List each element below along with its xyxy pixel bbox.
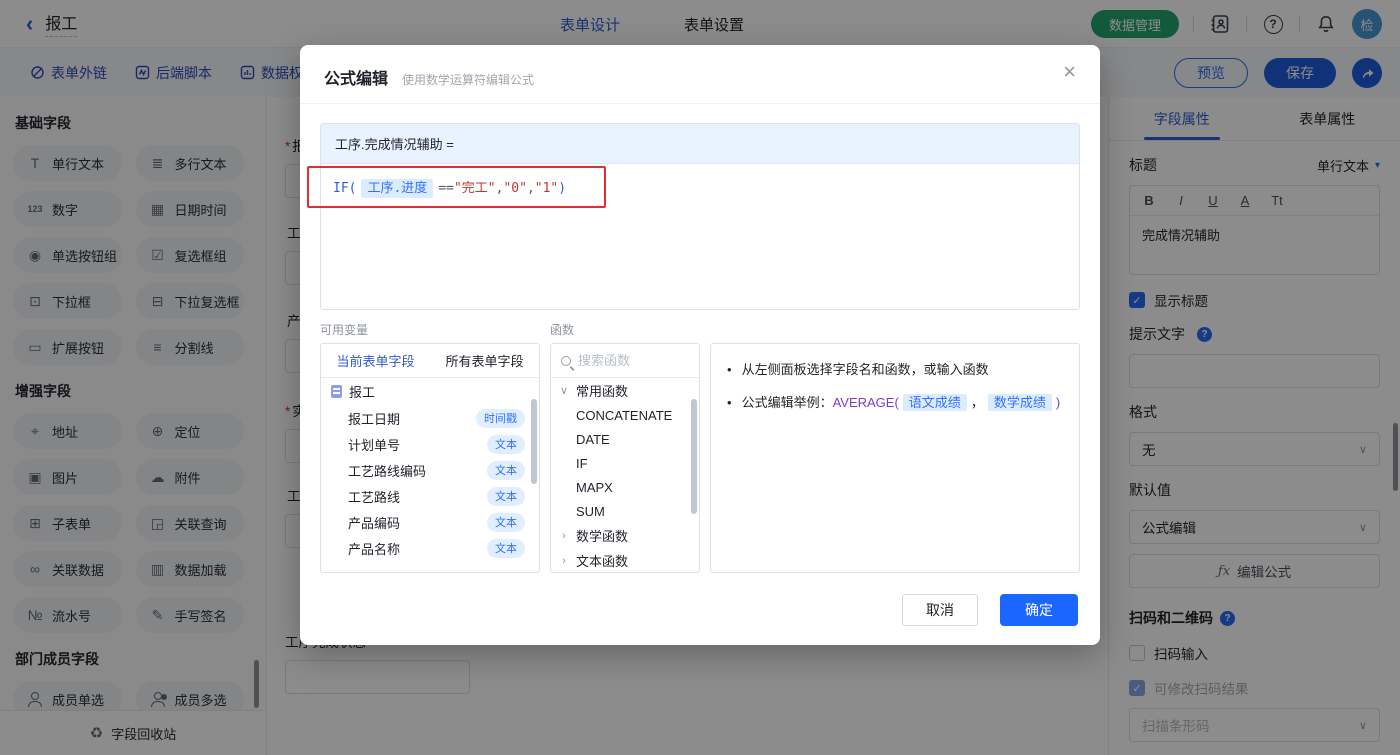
formula-token: == xyxy=(438,181,454,196)
variables-label: 可用变量 xyxy=(320,323,369,337)
variable-row[interactable]: 产品名称 文本 xyxy=(321,535,539,561)
example-token: 语文成绩 xyxy=(902,393,967,411)
search-icon xyxy=(561,355,571,366)
variables-tab[interactable]: 当前表单字段 xyxy=(321,344,430,377)
variables-panel: 当前表单字段 所有表单字段 报工 报工日期 时间戳 计划单号 文本 工艺路线编码 … xyxy=(320,343,540,573)
variable-name: 工艺路线编码 xyxy=(348,463,427,479)
function-item[interactable]: CONCATENATE xyxy=(551,403,699,427)
variables-scrollbar[interactable] xyxy=(531,399,537,484)
variable-type-badge: 时间戳 xyxy=(476,408,525,428)
function-group-text[interactable]: › 文本函数 xyxy=(551,548,699,572)
function-item[interactable]: DATE xyxy=(551,427,699,451)
variable-type-badge: 文本 xyxy=(487,434,525,454)
variable-name: 产品编码 xyxy=(348,515,401,531)
example-token: ) xyxy=(1055,394,1061,410)
function-item[interactable]: SUM xyxy=(551,499,699,523)
variables-tab[interactable]: 所有表单字段 xyxy=(430,344,539,377)
variable-name: 报工日期 xyxy=(348,411,401,427)
formula-editor: 工序.完成情况辅助 = IF(工序.进度 =="完工","0","1") xyxy=(320,123,1080,310)
formula-token: "0" xyxy=(503,181,527,196)
formula-token: 工序.进度 xyxy=(361,179,434,198)
modal-title: 公式编辑 xyxy=(324,71,389,88)
variable-type-badge: 文本 xyxy=(487,512,525,532)
formula-input-area[interactable]: IF(工序.进度 =="完工","0","1") xyxy=(321,164,1079,309)
variables-tabs: 当前表单字段 所有表单字段 xyxy=(321,344,539,378)
help-line-2: • 公式编辑举例：AVERAGE(语文成绩，数学成绩) xyxy=(727,393,1063,413)
variable-name: 计划单号 xyxy=(348,437,401,453)
formula-target: 工序.完成情况辅助 = xyxy=(321,124,1079,164)
function-search xyxy=(551,344,699,378)
formula-token: , xyxy=(526,181,535,196)
formula-token: "完工" xyxy=(453,181,496,196)
variable-row[interactable]: 工艺路线编码 文本 xyxy=(321,457,539,483)
variable-rows: 报工日期 时间戳 计划单号 文本 工艺路线编码 文本 工艺路线 文本 产品编码 … xyxy=(321,405,539,561)
function-items: CONCATENATE DATE IF MAPX SUM xyxy=(551,403,699,523)
chevron-right-icon: › xyxy=(562,554,566,567)
modal-header: 公式编辑 使用数学运算符编辑公式 xyxy=(300,45,1100,104)
variable-type-badge: 文本 xyxy=(487,460,525,480)
help-line-1: • 从左侧面板选择字段名和函数，或输入函数 xyxy=(727,360,1063,380)
variable-name: 工艺路线 xyxy=(348,489,401,505)
variable-row[interactable]: 产品编码 文本 xyxy=(321,509,539,535)
functions-scrollbar[interactable] xyxy=(691,399,697,514)
example-token: ， xyxy=(970,394,984,410)
form-doc-icon xyxy=(331,385,342,398)
modal-subtitle: 使用数学运算符编辑公式 xyxy=(402,73,535,87)
confirm-button[interactable]: 确定 xyxy=(1000,594,1078,626)
variable-row[interactable]: 报工日期 时间戳 xyxy=(321,405,539,431)
help-panel: • 从左侧面板选择字段名和函数，或输入函数 • 公式编辑举例：AVERAGE(语… xyxy=(710,343,1080,573)
formula-token: IF( xyxy=(333,181,357,196)
help-example: 公式编辑举例：AVERAGE(语文成绩，数学成绩) xyxy=(741,393,1061,413)
function-search-input[interactable] xyxy=(578,353,678,368)
example-token: 数学成绩 xyxy=(987,393,1052,411)
formula-token: ) xyxy=(558,181,567,196)
function-item[interactable]: MAPX xyxy=(551,475,699,499)
variable-name: 产品名称 xyxy=(348,541,401,557)
formula-editor-modal: 公式编辑 使用数学运算符编辑公式 × 工序.完成情况辅助 = IF( 工序.进度 =… xyxy=(300,45,1100,645)
function-group-math[interactable]: › 数学函数 xyxy=(551,523,699,548)
chevron-open-icon: ∨ xyxy=(559,385,569,397)
variable-row[interactable]: 工艺路线 文本 xyxy=(321,483,539,509)
variable-type-badge: 文本 xyxy=(487,486,525,506)
variable-type-badge: 文本 xyxy=(487,538,525,558)
chevron-right-icon: › xyxy=(562,529,566,542)
example-token: AVERAGE( xyxy=(832,394,899,410)
function-group-common[interactable]: ∨ 常用函数 xyxy=(551,378,699,403)
function-item[interactable]: IF xyxy=(551,451,699,475)
bullet-icon: • xyxy=(727,394,732,410)
form-root-node[interactable]: 报工 xyxy=(321,378,539,405)
functions-label: 函数 xyxy=(550,323,575,337)
functions-panel: ∨ 常用函数 CONCATENATEDATEIFMAPXSUM › 数学函数 ›… xyxy=(550,343,700,573)
example-token: 公式编辑举例： xyxy=(741,394,833,410)
formula-token: "1" xyxy=(534,181,559,196)
variable-row[interactable]: 计划单号 文本 xyxy=(321,431,539,457)
cancel-button[interactable]: 取消 xyxy=(902,594,978,626)
bullet-icon: • xyxy=(727,362,732,377)
close-icon[interactable]: × xyxy=(1063,61,1076,83)
